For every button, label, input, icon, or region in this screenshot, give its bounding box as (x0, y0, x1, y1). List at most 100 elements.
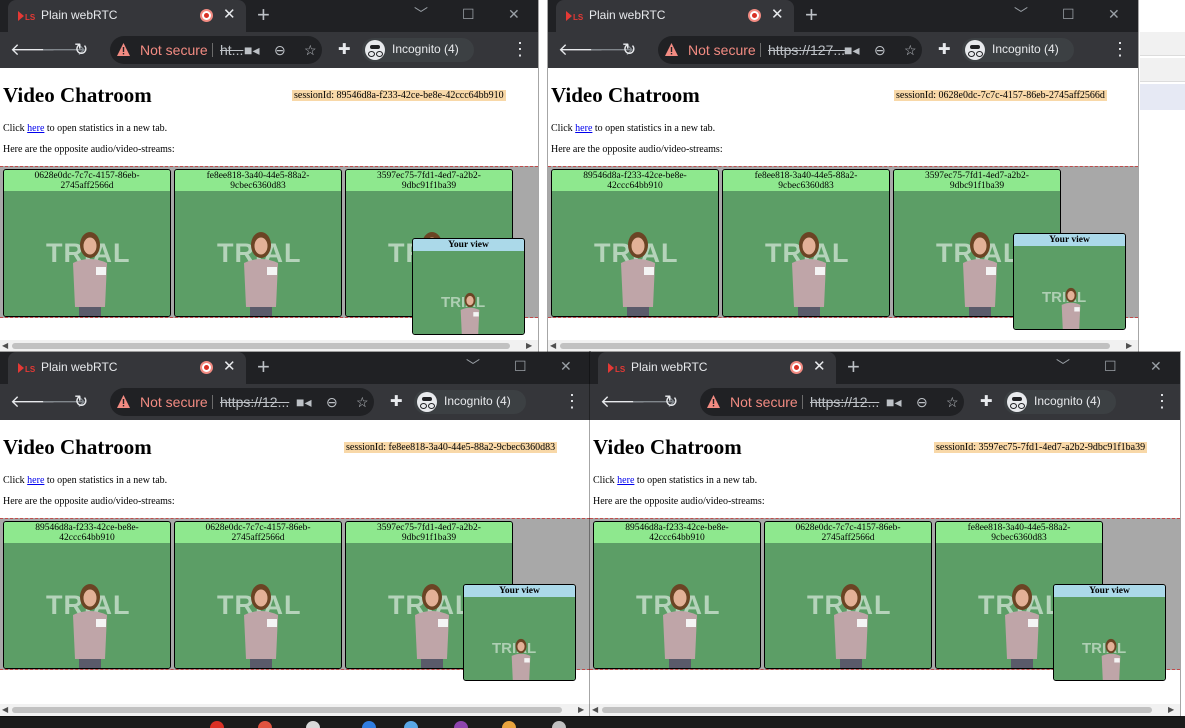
maximize-icon[interactable]: ☐ (462, 6, 475, 22)
browser-tab[interactable]: LS Plain webRTC ✕ (8, 352, 246, 384)
remote-video-tile[interactable]: 89546d8a-f233-42ce-be8e- 42ccc64bb910 TR… (3, 521, 171, 669)
new-tab-icon[interactable]: + (847, 355, 860, 379)
new-tab-icon[interactable]: + (805, 3, 818, 27)
taskbar-app-icon[interactable] (454, 721, 468, 728)
close-icon[interactable]: ✕ (223, 358, 236, 376)
more-menu-icon[interactable]: ⋮ (563, 391, 581, 411)
warning-icon[interactable] (664, 42, 679, 57)
url-text[interactable]: ht... (220, 42, 243, 58)
warning-icon[interactable] (116, 394, 131, 409)
scroll-left-icon[interactable]: ◀ (2, 704, 8, 716)
incognito-profile-button[interactable]: Incognito (4) (1004, 390, 1116, 414)
maximize-icon[interactable]: ☐ (1062, 6, 1075, 22)
taskbar-app-icon[interactable] (306, 721, 320, 728)
minimize-icon[interactable]: ﹀ (1056, 358, 1070, 374)
warning-icon[interactable] (706, 394, 721, 409)
horizontal-scrollbar[interactable]: ◀ ▶ (0, 340, 538, 352)
browser-window[interactable]: LS Plain webRTC ✕ + ﹀ ☐ ✕ 🡐 🡒 ↻ Not secu… (548, 0, 1138, 352)
taskbar-app-icon[interactable] (210, 721, 224, 728)
own-video-view[interactable]: Your view TRIAL (1013, 233, 1126, 330)
address-bar[interactable]: Not secure ht... ■◂ ⊖ ☆ (110, 36, 322, 64)
statistics-link[interactable]: here (27, 123, 44, 134)
camera-icon[interactable]: ■◂ (244, 42, 259, 58)
zoom-icon[interactable]: ⊖ (916, 394, 928, 410)
reload-icon[interactable]: ↻ (622, 40, 636, 60)
browser-window[interactable]: LS Plain webRTC ✕ + ﹀ ☐ ✕ 🡐 🡒 ↻ Not secu… (590, 352, 1180, 716)
remote-video-tile[interactable]: fe8ee818-3a40-44e5-88a2- 9cbec6360d83 TR… (174, 169, 342, 317)
scroll-right-icon[interactable]: ▶ (1126, 340, 1132, 352)
remote-video-tile[interactable]: 0628e0dc-7c7c-4157-86eb- 2745aff2566d TR… (3, 169, 171, 317)
new-tab-icon[interactable]: + (257, 3, 270, 27)
remote-video-tile[interactable]: 89546d8a-f233-42ce-be8e- 42ccc64bb910 TR… (593, 521, 761, 669)
url-text[interactable]: https://12... (810, 394, 879, 410)
reload-icon[interactable]: ↻ (664, 392, 678, 412)
statistics-link[interactable]: here (575, 123, 592, 134)
scrollbar-thumb[interactable] (12, 343, 510, 349)
minimize-icon[interactable]: ﹀ (1014, 6, 1028, 22)
remote-video-tile[interactable]: 0628e0dc-7c7c-4157-86eb- 2745aff2566d TR… (764, 521, 932, 669)
scrollbar-thumb[interactable] (602, 707, 1152, 713)
scrollbar-thumb[interactable] (560, 343, 1110, 349)
taskbar-app-icon[interactable] (258, 721, 272, 728)
star-icon[interactable]: ☆ (904, 42, 917, 58)
browser-tab[interactable]: LS Plain webRTC ✕ (556, 0, 794, 32)
address-bar[interactable]: Not secure https://12... ■◂ ⊖ ☆ (110, 388, 374, 416)
incognito-profile-button[interactable]: Incognito (4) (962, 38, 1074, 62)
own-video-view[interactable]: Your view TRIAL (1053, 584, 1166, 681)
remote-video-tile[interactable]: 0628e0dc-7c7c-4157-86eb- 2745aff2566d TR… (174, 521, 342, 669)
star-icon[interactable]: ☆ (304, 42, 317, 58)
browser-tab[interactable]: LS Plain webRTC ✕ (598, 352, 836, 384)
new-tab-icon[interactable]: + (257, 355, 270, 379)
more-menu-icon[interactable]: ⋮ (1111, 39, 1129, 59)
reload-icon[interactable]: ↻ (74, 40, 88, 60)
not-secure-label[interactable]: Not secure (140, 394, 208, 410)
not-secure-label[interactable]: Not secure (688, 42, 756, 58)
statistics-link[interactable]: here (617, 475, 634, 486)
url-text[interactable]: https://12... (220, 394, 289, 410)
taskbar-app-icon[interactable] (552, 721, 566, 728)
scroll-right-icon[interactable]: ▶ (1168, 704, 1174, 716)
minimize-icon[interactable]: ﹀ (414, 6, 428, 22)
close-window-icon[interactable]: ✕ (508, 6, 520, 22)
camera-icon[interactable]: ■◂ (886, 394, 901, 410)
close-icon[interactable]: ✕ (771, 6, 784, 24)
more-menu-icon[interactable]: ⋮ (1153, 391, 1171, 411)
address-bar[interactable]: Not secure https://127... ■◂ ⊖ ☆ (658, 36, 922, 64)
horizontal-scrollbar[interactable]: ◀ ▶ (548, 340, 1138, 352)
own-video-view[interactable]: Your view TRIAL (463, 584, 576, 681)
warning-icon[interactable] (116, 42, 131, 57)
incognito-profile-button[interactable]: Incognito (4) (414, 390, 526, 414)
reload-icon[interactable]: ↻ (74, 392, 88, 412)
taskbar-app-icon[interactable] (502, 721, 516, 728)
star-icon[interactable]: ☆ (946, 394, 959, 410)
remote-video-tile[interactable]: 89546d8a-f233-42ce-be8e- 42ccc64bb910 TR… (551, 169, 719, 317)
browser-window[interactable]: LS Plain webRTC ✕ + ﹀ ☐ ✕ 🡐 🡒 ↻ Not secu… (0, 352, 590, 716)
close-icon[interactable]: ✕ (813, 358, 826, 376)
scrollbar-thumb[interactable] (12, 707, 562, 713)
horizontal-scrollbar[interactable]: ◀ ▶ (590, 704, 1180, 716)
extensions-icon[interactable]: ✚ (980, 393, 993, 411)
browser-tab[interactable]: LS Plain webRTC ✕ (8, 0, 246, 32)
maximize-icon[interactable]: ☐ (514, 358, 527, 374)
zoom-icon[interactable]: ⊖ (326, 394, 338, 410)
horizontal-scrollbar[interactable]: ◀ ▶ (0, 704, 590, 716)
zoom-icon[interactable]: ⊖ (274, 42, 286, 58)
more-menu-icon[interactable]: ⋮ (511, 39, 529, 59)
extensions-icon[interactable]: ✚ (390, 393, 403, 411)
scroll-left-icon[interactable]: ◀ (2, 340, 8, 352)
extensions-icon[interactable]: ✚ (338, 41, 351, 59)
address-bar[interactable]: Not secure https://12... ■◂ ⊖ ☆ (700, 388, 964, 416)
camera-icon[interactable]: ■◂ (844, 42, 859, 58)
scroll-right-icon[interactable]: ▶ (526, 340, 532, 352)
scroll-left-icon[interactable]: ◀ (550, 340, 556, 352)
zoom-icon[interactable]: ⊖ (874, 42, 886, 58)
minimize-icon[interactable]: ﹀ (466, 358, 480, 374)
statistics-link[interactable]: here (27, 475, 44, 486)
scroll-left-icon[interactable]: ◀ (592, 704, 598, 716)
taskbar-app-icon[interactable] (404, 721, 418, 728)
own-video-view[interactable]: Your view TRIAL (412, 238, 525, 335)
scroll-right-icon[interactable]: ▶ (578, 704, 584, 716)
star-icon[interactable]: ☆ (356, 394, 369, 410)
close-window-icon[interactable]: ✕ (1150, 358, 1162, 374)
incognito-profile-button[interactable]: Incognito (4) (362, 38, 474, 62)
